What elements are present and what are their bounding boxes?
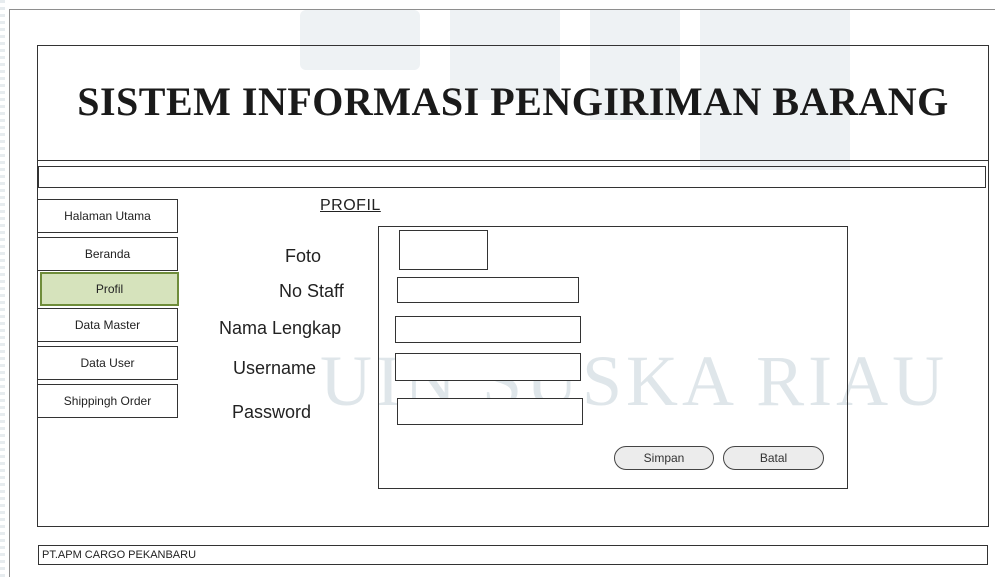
header-divider: [37, 160, 989, 161]
photo-placeholder[interactable]: [399, 230, 488, 270]
sidebar-item-halaman-utama[interactable]: Halaman Utama: [37, 199, 178, 233]
sidebar-item-data-user[interactable]: Data User: [37, 346, 178, 380]
footer-company: PT.APM CARGO PEKANBARU: [38, 545, 988, 565]
username-field[interactable]: [395, 353, 581, 381]
password-label: Password: [232, 402, 312, 422]
page-title: PROFIL: [320, 197, 381, 214]
nama-lengkap-label: Nama Lengkap: [219, 318, 342, 338]
foto-label: Foto: [285, 246, 322, 266]
password-field[interactable]: [397, 398, 583, 425]
cancel-button[interactable]: Batal: [723, 446, 824, 470]
save-button[interactable]: Simpan: [614, 446, 714, 470]
left-edge-pattern: [0, 0, 5, 577]
sidebar-item-beranda[interactable]: Beranda: [37, 237, 178, 271]
sidebar-item-shipping-order[interactable]: Shippingh Order: [37, 384, 178, 418]
sidebar-item-profil[interactable]: Profil: [40, 272, 179, 306]
username-label: Username: [233, 358, 317, 378]
app-title: SISTEM INFORMASI PENGIRIMAN BARANG: [77, 79, 949, 124]
no-staff-label: No Staff: [279, 281, 344, 301]
sidebar-item-data-master[interactable]: Data Master: [37, 308, 178, 342]
no-staff-field[interactable]: [397, 277, 579, 303]
nama-lengkap-field[interactable]: [395, 316, 581, 343]
menu-bar: [38, 166, 986, 188]
